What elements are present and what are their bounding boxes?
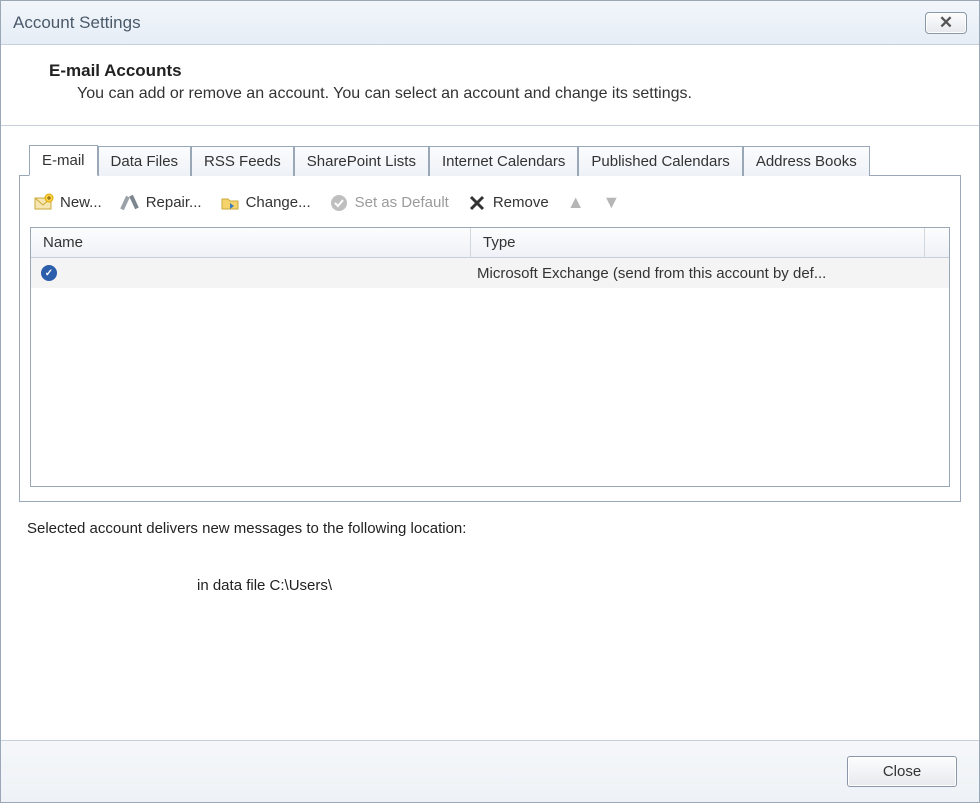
close-button[interactable]: Close bbox=[847, 756, 957, 787]
header-subtitle: You can add or remove an account. You ca… bbox=[77, 85, 951, 103]
new-button-label: New... bbox=[60, 194, 102, 211]
col-name[interactable]: Name bbox=[31, 228, 471, 257]
tab-sharepoint-lists[interactable]: SharePoint Lists bbox=[294, 146, 429, 176]
move-down-icon: ▼ bbox=[603, 192, 621, 213]
tab-panel-email: New... Repair... bbox=[19, 175, 961, 502]
account-settings-window: Account Settings ✕ E-mail Accounts You c… bbox=[0, 0, 980, 803]
delivery-info: Selected account delivers new messages t… bbox=[19, 502, 961, 598]
tab-published-calendars[interactable]: Published Calendars bbox=[578, 146, 742, 176]
tab-internet-calendars[interactable]: Internet Calendars bbox=[429, 146, 578, 176]
cell-name: ✓ bbox=[31, 265, 471, 281]
close-icon: ✕ bbox=[939, 13, 953, 33]
delivery-info-line1: Selected account delivers new messages t… bbox=[27, 520, 953, 537]
tab-rss-feeds[interactable]: RSS Feeds bbox=[191, 146, 294, 176]
tab-data-files[interactable]: Data Files bbox=[98, 146, 192, 176]
toolbar: New... Repair... bbox=[30, 188, 950, 227]
repair-button[interactable]: Repair... bbox=[120, 193, 202, 213]
remove-button-label: Remove bbox=[493, 194, 549, 211]
tab-address-books[interactable]: Address Books bbox=[743, 146, 870, 176]
header-title: E-mail Accounts bbox=[49, 61, 951, 81]
delivery-info-path: in data file C:\Users\ bbox=[27, 577, 953, 594]
col-spacer bbox=[925, 228, 949, 257]
accounts-table: Name Type ✓ Microsoft Exchange (send fro… bbox=[30, 227, 950, 487]
window-close-button[interactable]: ✕ bbox=[925, 12, 967, 34]
col-type[interactable]: Type bbox=[471, 228, 925, 257]
folder-change-icon bbox=[220, 193, 240, 213]
header: E-mail Accounts You can add or remove an… bbox=[1, 45, 979, 126]
envelope-new-icon bbox=[34, 193, 54, 213]
change-button-label: Change... bbox=[246, 194, 311, 211]
set-default-button-label: Set as Default bbox=[355, 194, 449, 211]
change-button[interactable]: Change... bbox=[220, 193, 311, 213]
titlebar: Account Settings ✕ bbox=[1, 1, 979, 45]
tab-email[interactable]: E-mail bbox=[29, 145, 98, 176]
remove-button[interactable]: Remove bbox=[467, 193, 549, 213]
check-circle-icon bbox=[329, 193, 349, 213]
table-row[interactable]: ✓ Microsoft Exchange (send from this acc… bbox=[31, 258, 949, 288]
repair-button-label: Repair... bbox=[146, 194, 202, 211]
tab-strip: E-mail Data Files RSS Feeds SharePoint L… bbox=[29, 144, 961, 175]
set-default-button: Set as Default bbox=[329, 193, 449, 213]
table-header: Name Type bbox=[31, 228, 949, 258]
cell-type: Microsoft Exchange (send from this accou… bbox=[471, 265, 949, 282]
window-title: Account Settings bbox=[13, 13, 141, 33]
x-icon bbox=[467, 193, 487, 213]
close-button-label: Close bbox=[883, 763, 921, 780]
body: E-mail Data Files RSS Feeds SharePoint L… bbox=[1, 126, 979, 740]
new-button[interactable]: New... bbox=[34, 193, 102, 213]
move-up-icon: ▲ bbox=[567, 192, 585, 213]
footer: Close bbox=[1, 740, 979, 802]
default-account-icon: ✓ bbox=[41, 265, 57, 281]
tools-icon bbox=[120, 193, 140, 213]
